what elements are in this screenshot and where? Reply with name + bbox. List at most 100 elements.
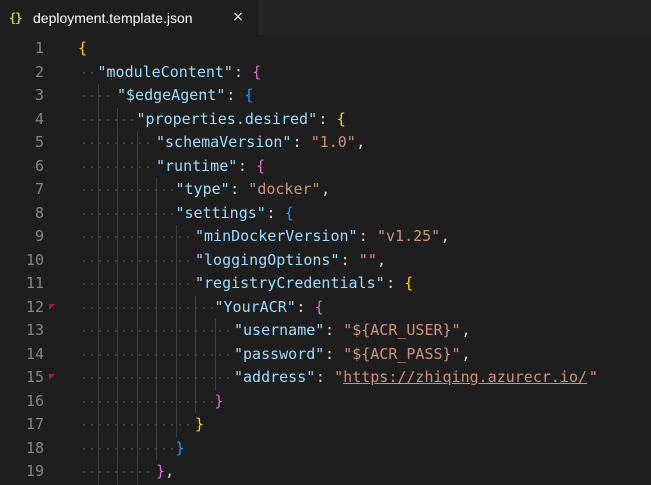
- code-token: {: [336, 109, 346, 128]
- code-token: :: [296, 297, 315, 316]
- code-token[interactable]: https://zhiqing.azurecr.io/: [343, 366, 587, 390]
- line-number: 11: [25, 274, 44, 292]
- code-token: "YourACR": [214, 297, 296, 316]
- line-number: 4: [34, 109, 44, 128]
- close-icon[interactable]: ×: [229, 8, 247, 26]
- whitespace-dots: [80, 95, 115, 97]
- code-line: 1{: [0, 37, 651, 61]
- code-token: ,: [165, 462, 175, 480]
- code-token: {: [244, 86, 254, 104]
- line-number: 7: [34, 180, 44, 198]
- code-token: "settings": [175, 203, 266, 222]
- code-token: "docker": [248, 180, 321, 198]
- code-token: "${ACR_PASS}": [343, 344, 461, 363]
- code-token: :: [325, 321, 344, 339]
- code-line: 17}: [0, 413, 651, 437]
- code-token: "minDockerVersion": [195, 227, 358, 245]
- code-token: :: [358, 227, 377, 245]
- code-token: {: [256, 156, 266, 175]
- code-token: }: [156, 462, 166, 480]
- whitespace-dots: [80, 377, 232, 379]
- code-token: :: [318, 109, 337, 128]
- code-token: ,: [356, 133, 366, 151]
- code-token: :: [266, 203, 285, 222]
- code-token: "registryCredentials": [195, 274, 385, 292]
- code-line: 18}: [0, 436, 651, 460]
- line-number: 1: [34, 39, 44, 57]
- code-token: :: [292, 133, 311, 151]
- line-number: 2: [34, 62, 44, 81]
- tab-bar: {} deployment.template.json ×: [0, 0, 651, 35]
- code-line: 5 "schemaVersion": "1.0",: [0, 131, 651, 155]
- tab-title: deployment.template.json: [33, 9, 193, 26]
- code-line: 2 "moduleContent": {: [0, 61, 651, 85]
- code-token: {: [78, 39, 88, 57]
- code-token: "1.0": [310, 133, 356, 151]
- whitespace-dots: [80, 259, 193, 262]
- json-file-icon: {}: [9, 10, 22, 25]
- whitespace-dots: [80, 283, 193, 285]
- code-token: ": [588, 368, 598, 386]
- breakpoint-marker-icon[interactable]: [49, 303, 55, 310]
- code-token: ,: [461, 344, 471, 363]
- tab-deployment-template[interactable]: {} deployment.template.json ×: [0, 0, 258, 35]
- code-line: 3 "$edgeAgent": {: [0, 84, 651, 108]
- code-token: "properties.desired": [136, 109, 318, 128]
- code-token: :: [226, 86, 245, 104]
- code-token: "schemaVersion": [156, 133, 292, 151]
- code-token: ,: [461, 321, 471, 339]
- code-token: :: [234, 62, 253, 81]
- line-number: 10: [25, 250, 44, 269]
- breakpoint-marker-icon[interactable]: [49, 374, 55, 380]
- code-line: 10 "loggingOptions": "",: [0, 248, 651, 272]
- whitespace-dots: [80, 212, 174, 215]
- whitespace-dots: [80, 71, 96, 74]
- code-token: }: [214, 391, 224, 410]
- code-token: {: [284, 203, 294, 222]
- code-token: {: [252, 62, 262, 81]
- whitespace-dots: [80, 424, 193, 426]
- code-token: ": [334, 368, 344, 386]
- code-line: 14 "password": "${ACR_PASS}",: [0, 342, 651, 366]
- code-token: {: [314, 297, 324, 316]
- code-token: :: [340, 250, 359, 269]
- code-line: 4 "properties.desired": {: [0, 107, 651, 131]
- code-token: "username": [234, 321, 325, 339]
- code-token: ,: [321, 180, 331, 198]
- code-token: :: [237, 156, 256, 175]
- code-editor[interactable]: 1{2 "moduleContent": {3 "$edgeAgent": {4 "p…: [0, 35, 651, 485]
- whitespace-dots: [80, 471, 154, 473]
- code-token: :: [386, 274, 405, 292]
- code-line: 7 "type": "docker",: [0, 178, 651, 202]
- line-number: 19: [25, 462, 44, 480]
- line-number: 5: [34, 133, 44, 151]
- whitespace-dots: [80, 189, 174, 191]
- whitespace-dots: [80, 353, 232, 356]
- code-token: "${ACR_USER}": [343, 321, 461, 339]
- code-line: 15 "address": " https://zhiqing.azurecr.io…: [0, 366, 651, 390]
- code-line: 19},: [0, 460, 651, 484]
- line-number: 12: [25, 297, 44, 316]
- code-token: }: [195, 415, 205, 433]
- whitespace-dots: [80, 142, 154, 144]
- whitespace-dots: [80, 330, 232, 332]
- line-number: 14: [25, 344, 44, 363]
- code-line: 11 "registryCredentials": {: [0, 272, 651, 296]
- whitespace-dots: [80, 306, 213, 309]
- code-token: ,: [440, 227, 450, 245]
- code-token: "": [358, 250, 377, 269]
- line-number: 3: [34, 86, 44, 104]
- line-number: 6: [34, 156, 44, 175]
- code-token: :: [315, 368, 334, 386]
- code-line: 12 "YourACR": {: [0, 295, 651, 319]
- code-token: "loggingOptions": [195, 250, 340, 269]
- code-token: "type": [175, 180, 230, 198]
- code-token: "password": [234, 344, 325, 363]
- line-number: 16: [25, 391, 44, 410]
- code-token: "moduleContent": [97, 62, 233, 81]
- line-number: 8: [34, 203, 44, 222]
- code-line: 8 "settings": {: [0, 201, 651, 225]
- code-token: {: [404, 274, 414, 292]
- whitespace-dots: [80, 447, 174, 450]
- code-token: "$edgeAgent": [117, 86, 226, 104]
